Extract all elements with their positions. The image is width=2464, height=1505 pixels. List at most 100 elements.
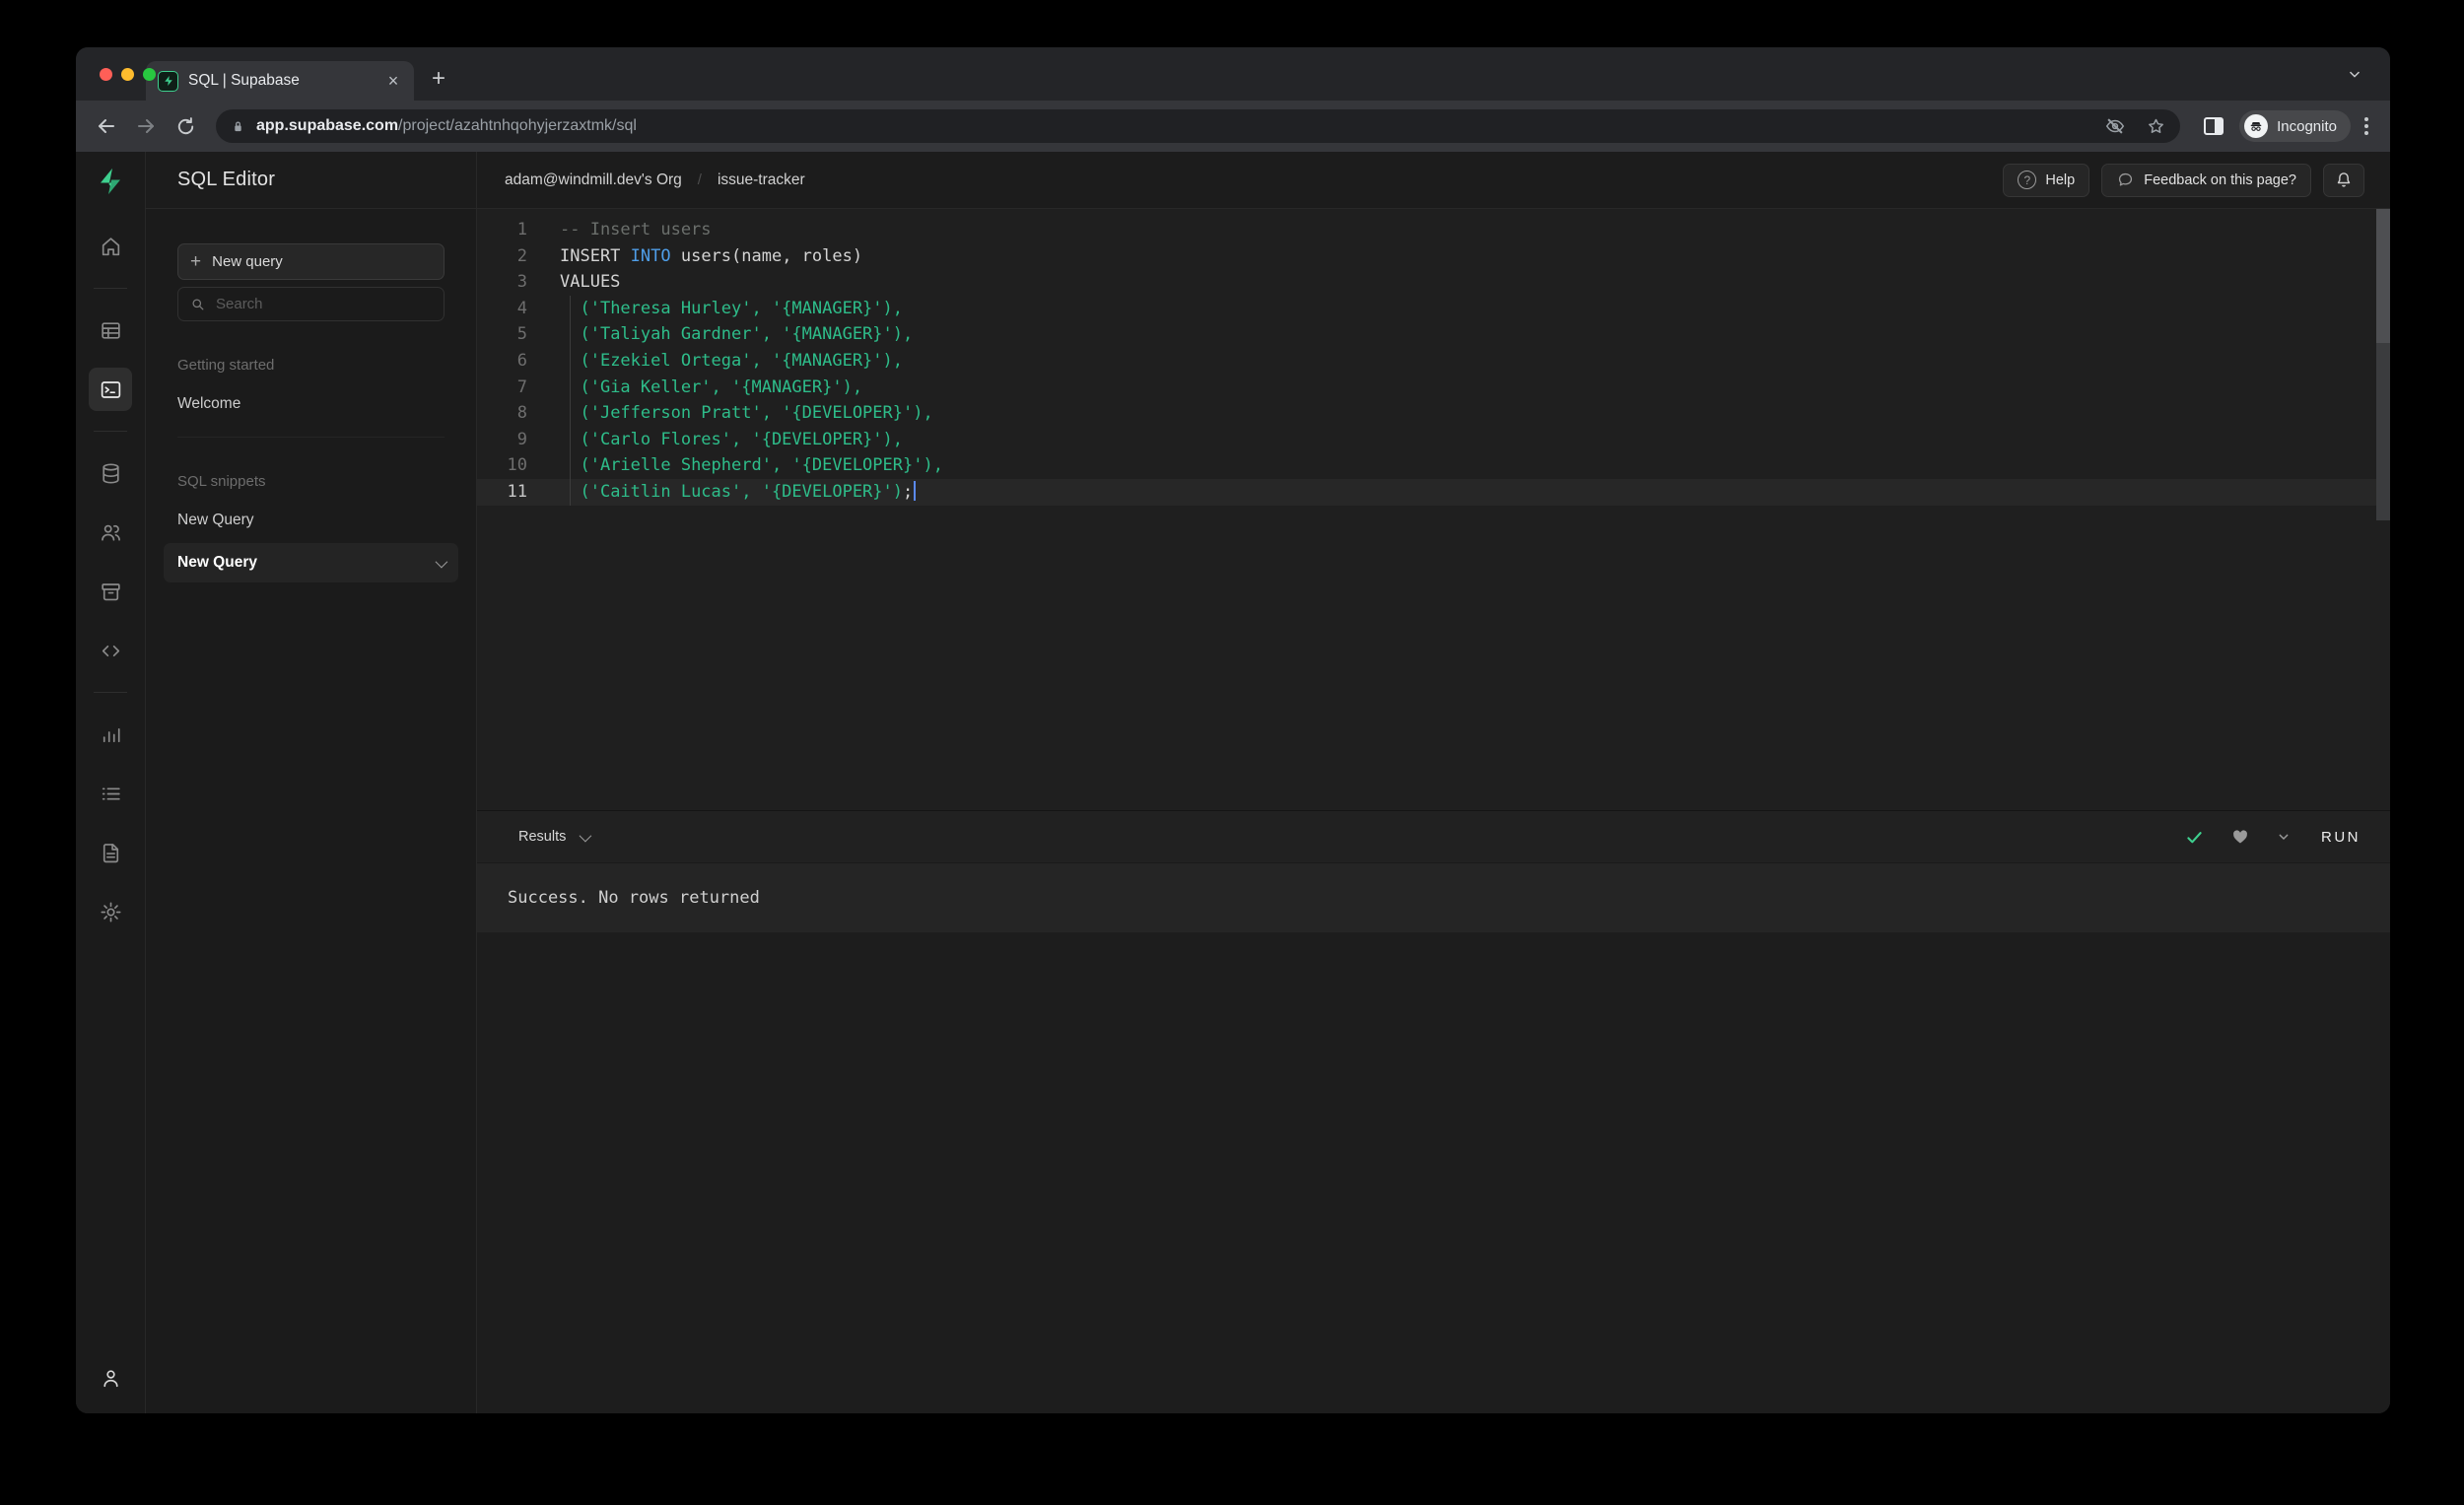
- speech-bubble-icon: [2119, 172, 2133, 186]
- minimize-window-button[interactable]: [121, 68, 134, 81]
- nav-sql-editor-terminal-icon[interactable]: [89, 368, 132, 411]
- nav-storage-archive-icon[interactable]: [89, 570, 132, 613]
- notifications-button[interactable]: [2323, 163, 2364, 197]
- reload-icon[interactable]: [169, 109, 202, 143]
- supabase-app: SQL Editor adam@windmill.dev's Org / iss…: [76, 152, 2390, 1413]
- indent-guide: [570, 296, 571, 506]
- code-line[interactable]: 2 INSERT INTO users(name, roles): [477, 243, 2390, 270]
- sidebar-item[interactable]: Welcome: [177, 395, 445, 413]
- line-number: 1: [516, 220, 527, 239]
- incognito-icon: [2244, 114, 2269, 138]
- url-text: app.supabase.com/project/azahtnhqohyjerz…: [256, 117, 2085, 135]
- new-query-button[interactable]: + New query: [177, 243, 445, 280]
- breadcrumb-project[interactable]: issue-tracker: [718, 171, 805, 189]
- incognito-badge: Incognito: [2239, 110, 2351, 142]
- nav-rail: [76, 152, 146, 1413]
- breadcrumb-separator: /: [697, 171, 702, 188]
- results-dropdown[interactable]: Results: [518, 829, 566, 845]
- nav-logs-list-icon[interactable]: [89, 772, 132, 815]
- nav-edge-functions-code-icon[interactable]: [89, 629, 132, 672]
- header-bar: adam@windmill.dev's Org / issue-tracker …: [477, 152, 2390, 209]
- favorite-heart-icon[interactable]: [2230, 827, 2250, 847]
- nav-api-docs-file-icon[interactable]: [89, 831, 132, 874]
- app-header: SQL Editor adam@windmill.dev's Org / iss…: [146, 152, 2390, 209]
- line-number: 6: [516, 350, 527, 371]
- line-content: -- Insert users: [560, 220, 712, 239]
- hide-eye-icon[interactable]: [2104, 115, 2126, 137]
- tab-search-chevron-icon[interactable]: [2346, 65, 2363, 83]
- nav-database-database-icon[interactable]: [89, 451, 132, 495]
- sql-code-editor[interactable]: 1 -- Insert users 2 INSERT INTO users(name,…: [477, 209, 2390, 810]
- line-content: ('Caitlin Lucas', '{DEVELOPER}');: [527, 479, 917, 506]
- line-content: ('Arielle Shepherd', '{DEVELOPER}'),: [580, 455, 943, 476]
- editor-scrollbar[interactable]: [2376, 209, 2390, 810]
- feedback-button[interactable]: Feedback on this page?: [2101, 163, 2311, 197]
- tab-strip: SQL | Supabase × +: [76, 47, 2390, 101]
- sidebar-section-heading: SQL snippets: [177, 473, 266, 490]
- results-success-message: Success. No rows returned: [477, 863, 2390, 932]
- rail-divider: [94, 692, 127, 693]
- nav-home-home-icon[interactable]: [89, 225, 132, 268]
- bookmark-star-icon[interactable]: [2146, 116, 2166, 137]
- help-button[interactable]: ? Help: [2003, 163, 2090, 197]
- sidebar-item-label: New Query: [177, 554, 257, 571]
- nav-settings-gear-icon[interactable]: [89, 890, 132, 933]
- code-line[interactable]: 8 ('Jefferson Pratt', '{DEVELOPER}'),: [477, 400, 2390, 427]
- line-content: INSERT INTO users(name, roles): [560, 245, 863, 266]
- url-bar[interactable]: app.supabase.com/project/azahtnhqohyjerz…: [216, 109, 2181, 143]
- line-content: ('Theresa Hurley', '{MANAGER}'),: [580, 298, 903, 318]
- code-line[interactable]: 11 ('Caitlin Lucas', '{DEVELOPER}');: [477, 478, 2390, 506]
- browser-menu-icon[interactable]: [2357, 117, 2376, 135]
- run-options-chevron-icon[interactable]: [2276, 829, 2292, 845]
- line-content: ('Taliyah Gardner', '{MANAGER}'),: [580, 324, 914, 345]
- nav-authentication-users-icon[interactable]: [89, 511, 132, 554]
- rail-divider: [94, 431, 127, 432]
- code-line[interactable]: 10 ('Arielle Shepherd', '{DEVELOPER}'),: [477, 452, 2390, 479]
- new-tab-button[interactable]: +: [432, 65, 445, 101]
- code-line[interactable]: 7 ('Gia Keller', '{MANAGER}'),: [477, 375, 2390, 401]
- line-number: 11: [507, 481, 527, 502]
- run-button[interactable]: RUN: [2321, 829, 2361, 846]
- chevron-down-icon: [435, 555, 448, 568]
- lock-icon: [230, 118, 246, 135]
- side-panel-icon[interactable]: [2204, 117, 2224, 135]
- sidebar-item-active[interactable]: New Query: [164, 543, 458, 582]
- question-icon: ?: [2018, 171, 2037, 189]
- page-title: SQL Editor: [177, 169, 276, 190]
- nav-table-editor-table-icon[interactable]: [89, 308, 132, 352]
- sidebar-section-heading: Getting started: [177, 357, 275, 374]
- code-line[interactable]: 1 -- Insert users: [477, 217, 2390, 243]
- line-number: 9: [516, 429, 527, 449]
- line-content: ('Jefferson Pratt', '{DEVELOPER}'),: [580, 403, 933, 424]
- results-empty-area: [477, 932, 2390, 1413]
- browser-tab[interactable]: SQL | Supabase ×: [146, 61, 414, 101]
- traffic-lights: [100, 68, 156, 81]
- tab-close-icon[interactable]: ×: [382, 71, 404, 92]
- code-line[interactable]: 4 ('Theresa Hurley', '{MANAGER}'),: [477, 296, 2390, 322]
- nav-reports-bar-chart-icon[interactable]: [89, 713, 132, 756]
- zoom-window-button[interactable]: [143, 68, 156, 81]
- sidebar-divider: [177, 437, 445, 438]
- line-number: 3: [516, 272, 527, 293]
- sidebar-header: SQL Editor: [146, 152, 477, 209]
- bell-icon: [2337, 171, 2351, 186]
- rail-divider: [94, 288, 127, 289]
- line-number: 2: [516, 245, 527, 266]
- forward-icon[interactable]: [129, 109, 163, 143]
- code-line[interactable]: 5 ('Taliyah Gardner', '{MANAGER}'),: [477, 321, 2390, 348]
- code-line[interactable]: 9 ('Carlo Flores', '{DEVELOPER}'),: [477, 427, 2390, 453]
- line-number: 10: [507, 455, 527, 476]
- back-icon[interactable]: [90, 109, 123, 143]
- supabase-favicon-icon: [158, 70, 178, 92]
- supabase-logo-icon[interactable]: [93, 164, 128, 199]
- breadcrumb-org[interactable]: adam@windmill.dev's Org: [505, 171, 682, 189]
- sidebar-item[interactable]: New Query: [177, 512, 445, 529]
- nav-account-user-icon[interactable]: [89, 1356, 132, 1400]
- line-number: 5: [516, 324, 527, 345]
- editor-pane: 1 -- Insert users 2 INSERT INTO users(name,…: [477, 209, 2390, 1413]
- line-number: 7: [516, 376, 527, 397]
- code-line[interactable]: 3 VALUES: [477, 269, 2390, 296]
- close-window-button[interactable]: [100, 68, 112, 81]
- code-line[interactable]: 6 ('Ezekiel Ortega', '{MANAGER}'),: [477, 348, 2390, 375]
- search-input[interactable]: Search: [177, 287, 445, 321]
